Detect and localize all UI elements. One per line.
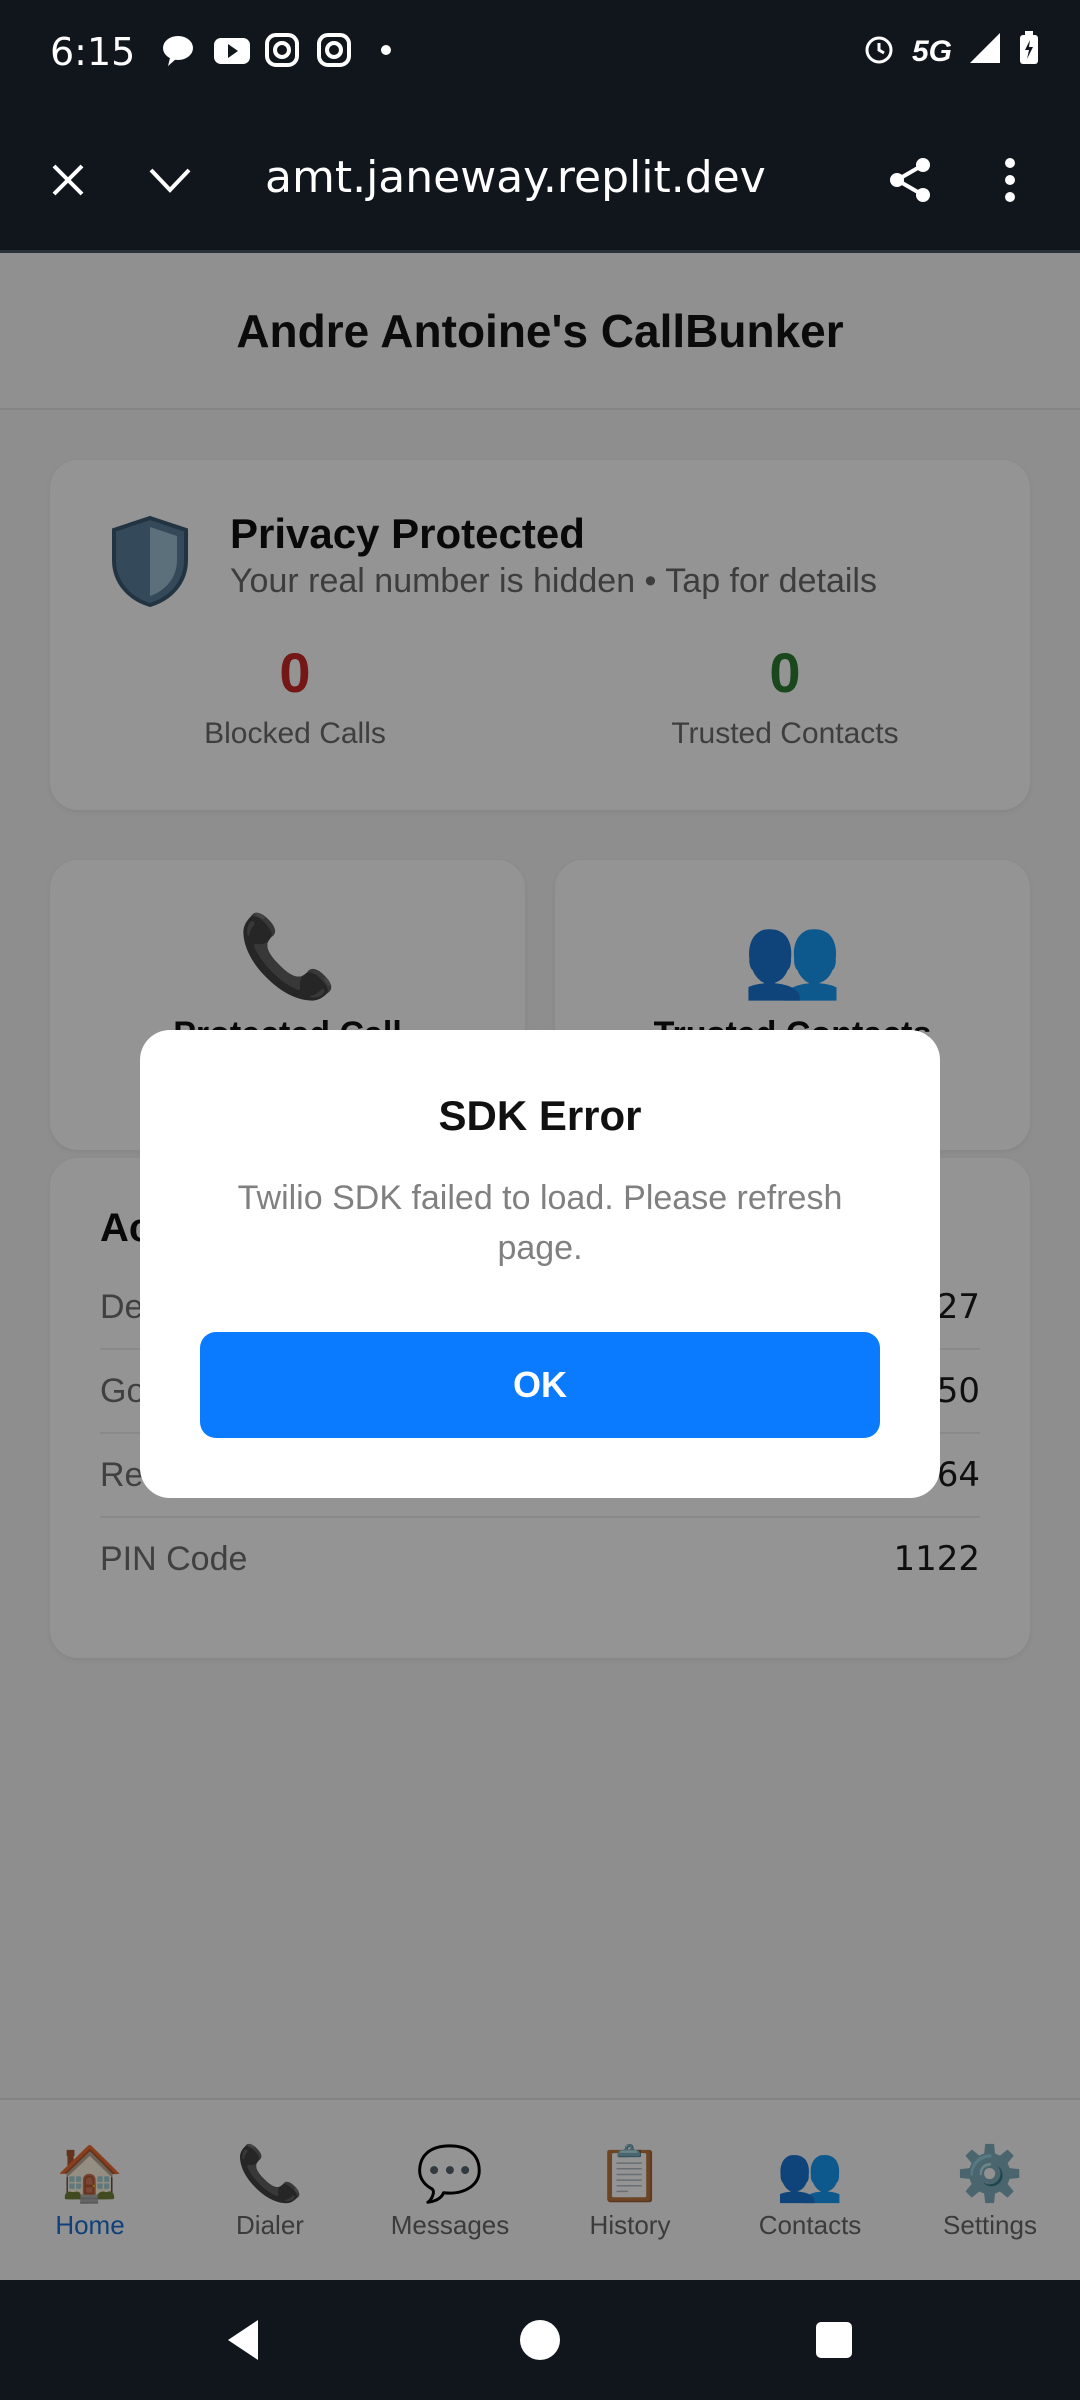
minimize-button[interactable] [140, 150, 200, 210]
dialog-title: SDK Error [438, 1092, 642, 1139]
notification-icons [160, 32, 404, 68]
system-nav-bar [0, 2280, 1080, 2400]
chevron-down-icon [149, 168, 191, 193]
share-button[interactable] [880, 150, 940, 210]
system-status-icons: 5G [862, 30, 1040, 74]
url-text[interactable]: amt.janeway.replit.dev [265, 152, 766, 203]
dot-icon [368, 32, 404, 68]
chat-bubble-icon [160, 32, 196, 68]
home-button-icon[interactable] [512, 2312, 568, 2368]
close-tab-button[interactable] [38, 150, 98, 210]
instagram-icon [316, 32, 352, 68]
instagram-icon [264, 32, 300, 68]
ok-button[interactable]: OK [200, 1332, 880, 1438]
more-menu-button[interactable] [980, 150, 1040, 210]
youtube-icon [212, 32, 250, 68]
recents-icon[interactable] [806, 2312, 862, 2368]
dialog-message: Twilio SDK failed to load. Please refres… [237, 1179, 843, 1267]
battery-icon [1018, 30, 1040, 74]
status-bar: 6:15 5G [0, 0, 1080, 110]
status-time: 6:15 [50, 30, 136, 74]
error-dialog: SDK Error Twilio SDK failed to load. Ple… [140, 1030, 940, 1498]
close-icon [52, 164, 84, 196]
share-icon [890, 158, 930, 202]
browser-toolbar: amt.janeway.replit.dev [0, 110, 1080, 253]
alarm-icon [862, 31, 896, 73]
more-vert-icon [1005, 158, 1015, 202]
back-icon[interactable] [216, 2312, 272, 2368]
signal-icon [968, 31, 1002, 73]
network-label: 5G [911, 35, 952, 68]
